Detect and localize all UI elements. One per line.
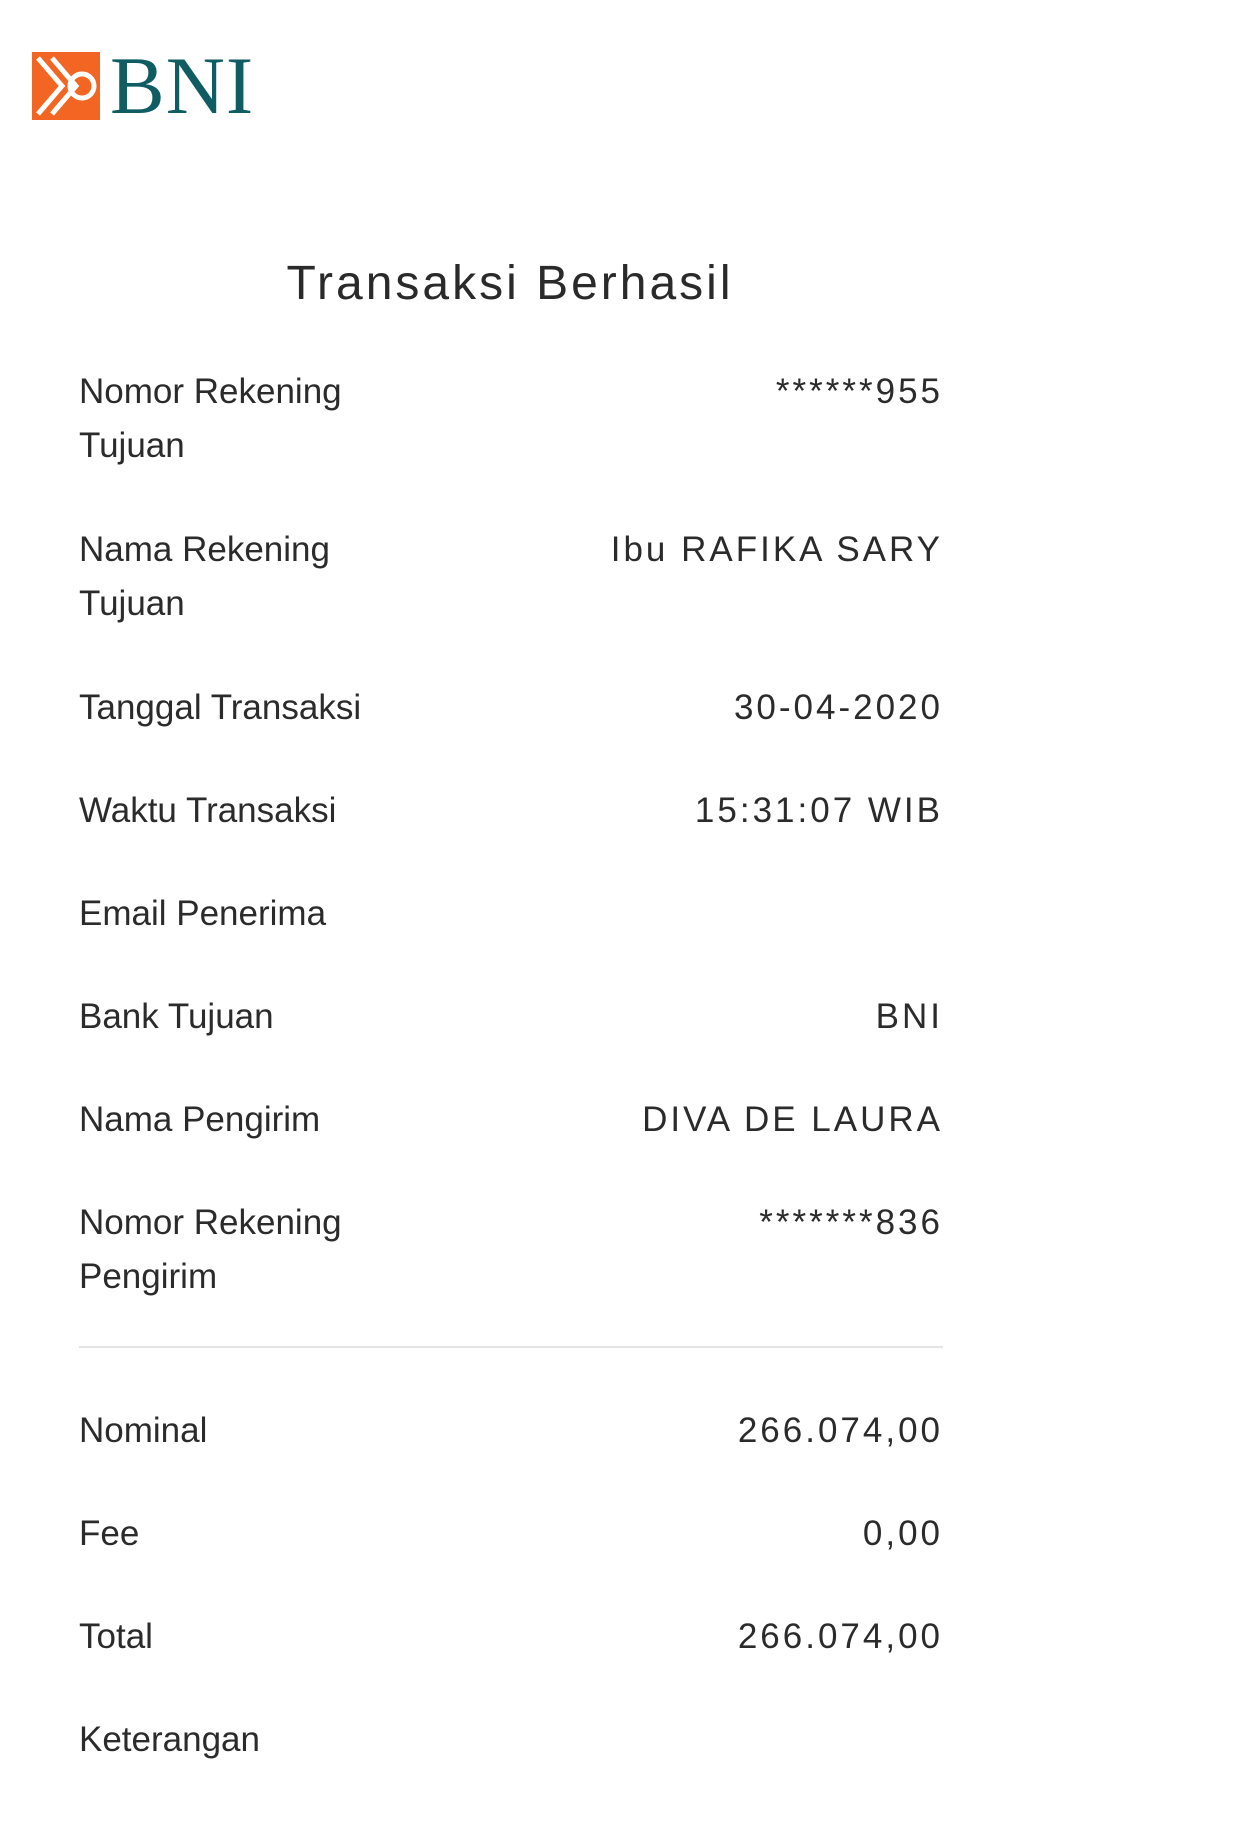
summary-value: 0,00 [862,1514,943,1553]
detail-label: Bank Tujuan [79,997,274,1036]
detail-label: Nama Pengirim [79,1100,321,1139]
divider [79,1346,943,1348]
row-email-penerima: Email Penerima [79,887,943,941]
summary-value: 266.074,00 [737,1411,943,1450]
summary-label: Total [79,1617,153,1656]
row-fee: Fee 0,00 [79,1507,943,1561]
summary-label: Keterangan [79,1720,260,1759]
detail-value: 30-04-2020 [733,688,943,727]
row-bank-tujuan: Bank Tujuan BNI [79,990,943,1044]
detail-value: *******836 [759,1203,943,1242]
detail-label: Nomor Rekening Pengirim [79,1203,342,1296]
row-nominal: Nominal 266.074,00 [79,1404,943,1458]
row-nama-rekening-tujuan: Nama Rekening Tujuan Ibu RAFIKA SARY [79,523,943,631]
summary-value: 266.074,00 [737,1617,943,1656]
row-nama-pengirim: Nama Pengirim DIVA DE LAURA [79,1093,943,1147]
row-nomor-rekening-pengirim: Nomor Rekening Pengirim *******836 [79,1196,943,1304]
detail-label: Email Penerima [79,894,327,933]
detail-value: BNI [875,997,943,1036]
detail-label: Nama Rekening Tujuan [79,530,330,623]
bni-logo-text: BNI [110,40,255,131]
detail-value: Ibu RAFIKA SARY [610,530,943,569]
bni-logo: BNI [32,40,255,131]
bni-emblem-icon [32,52,100,120]
summary-label: Nominal [79,1411,208,1450]
detail-value: 15:31:07 WIB [694,791,943,830]
page-title: Transaksi Berhasil [286,257,734,310]
detail-value: ******955 [775,372,943,411]
row-waktu-transaksi: Waktu Transaksi 15:31:07 WIB [79,784,943,838]
row-total: Total 266.074,00 [79,1610,943,1664]
detail-label: Nomor Rekening Tujuan [79,372,342,465]
detail-label: Tanggal Transaksi [79,688,362,727]
summary-label: Fee [79,1514,140,1553]
row-nomor-rekening-tujuan: Nomor Rekening Tujuan ******955 [79,365,943,473]
detail-label: Waktu Transaksi [79,791,337,830]
detail-value: DIVA DE LAURA [642,1100,943,1139]
row-keterangan: Keterangan [79,1713,943,1767]
row-tanggal-transaksi: Tanggal Transaksi 30-04-2020 [79,681,943,735]
